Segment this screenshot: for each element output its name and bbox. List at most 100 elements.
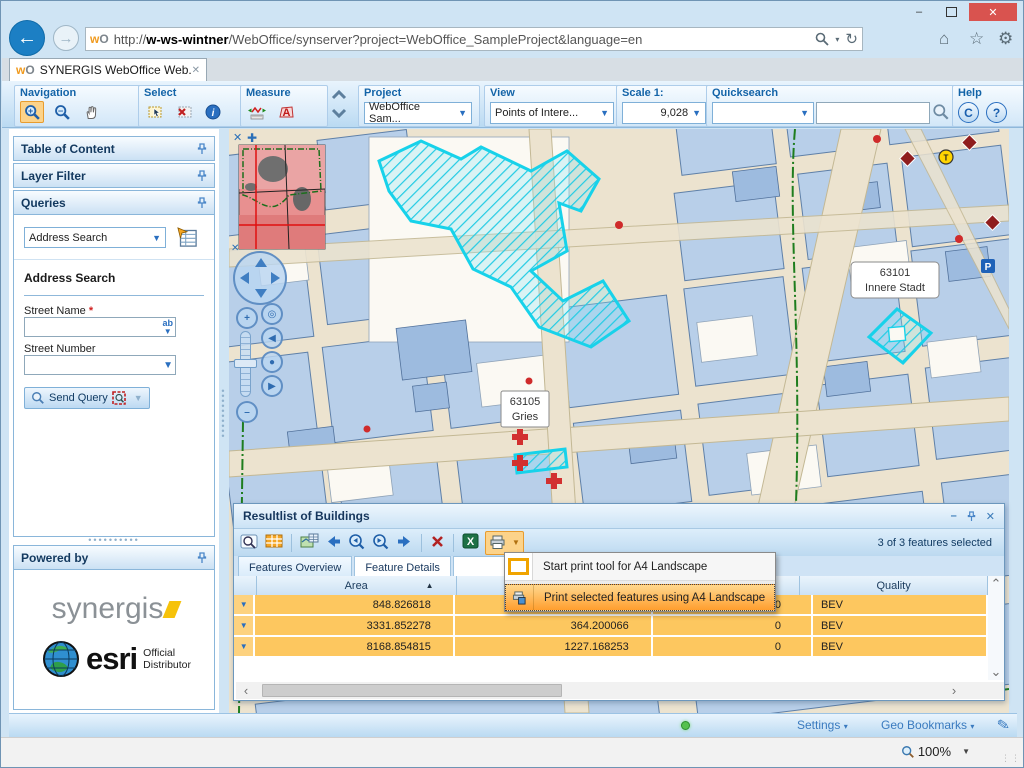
select-features-button[interactable] bbox=[144, 102, 166, 122]
tab-features-overview[interactable]: Features Overview bbox=[238, 556, 352, 578]
panel-resize-handle[interactable]: •••••••••• bbox=[59, 535, 169, 545]
help-button[interactable]: ? bbox=[986, 102, 1007, 123]
row-menu-icon[interactable]: ▼ bbox=[234, 637, 255, 656]
geo-bookmarks-menu[interactable]: Geo Bookmarks ▾ bbox=[881, 718, 974, 732]
autocomplete-ab-icon[interactable]: ab▼ bbox=[162, 319, 173, 336]
row-menu-icon[interactable]: ▼ bbox=[234, 595, 255, 614]
scroll-right-arrow[interactable]: › bbox=[946, 682, 962, 699]
resultlist-titlebar[interactable]: Resultlist of Buildings – ✕ bbox=[234, 504, 1004, 529]
pan-south-arrow[interactable] bbox=[255, 289, 267, 298]
resultlist-minimize-icon[interactable]: – bbox=[951, 510, 957, 522]
overview-close-icon[interactable]: ✕ bbox=[233, 132, 242, 144]
splitter[interactable]: •••••••••• bbox=[219, 129, 229, 713]
zoom-out-button[interactable]: – bbox=[236, 401, 258, 423]
table-row[interactable]: ▼ 3331.852278 364.200066 0 BEV bbox=[234, 616, 988, 635]
pin-icon[interactable] bbox=[197, 170, 207, 182]
horizontal-scroll-thumb[interactable] bbox=[262, 684, 562, 697]
refresh-icon[interactable]: ↻ bbox=[845, 30, 858, 48]
navigator-close-icon[interactable]: ✕ bbox=[231, 243, 239, 254]
street-number-input[interactable]: ▼ bbox=[24, 355, 176, 375]
center-button[interactable]: ● bbox=[261, 351, 283, 373]
zoom-previous-feature-button[interactable] bbox=[348, 533, 366, 553]
pin-icon[interactable] bbox=[967, 511, 976, 522]
pan-west-arrow[interactable] bbox=[240, 272, 249, 284]
minimize-button[interactable]: – bbox=[905, 3, 933, 21]
address-bar[interactable]: wO http://w-ws-wintner/WebOffice/synserv… bbox=[85, 27, 863, 51]
scale-dropdown[interactable]: 9,028 ▼ bbox=[622, 102, 706, 124]
scroll-up-arrow[interactable]: ⌃ bbox=[988, 576, 1004, 592]
close-button[interactable]: ✕ bbox=[969, 3, 1017, 21]
toolbar-scroll-down[interactable] bbox=[328, 106, 350, 123]
next-extent-button[interactable]: ▶ bbox=[261, 375, 283, 397]
redline-pen-icon[interactable]: ✎ bbox=[996, 715, 1012, 735]
row-menu-icon[interactable]: ▼ bbox=[234, 616, 255, 635]
quicksearch-category-dropdown[interactable]: ▼ bbox=[712, 102, 814, 124]
send-query-button[interactable]: Send Query ▼ bbox=[24, 387, 150, 409]
settings-menu[interactable]: Settings ▾ bbox=[797, 718, 848, 732]
home-icon[interactable]: ⌂ bbox=[939, 29, 949, 49]
chevron-down-icon[interactable]: ▼ bbox=[163, 360, 173, 371]
chevron-down-icon[interactable]: ▼ bbox=[134, 393, 143, 403]
pan-compass[interactable] bbox=[233, 251, 287, 305]
zoom-slider-handle[interactable] bbox=[234, 359, 257, 368]
scroll-left-arrow[interactable]: ‹ bbox=[238, 682, 254, 699]
panel-queries[interactable]: Queries bbox=[13, 190, 215, 215]
street-name-input[interactable]: ab▼ bbox=[24, 317, 176, 337]
scroll-down-arrow[interactable]: ⌄ bbox=[988, 664, 1004, 680]
query-builder-button[interactable] bbox=[174, 224, 200, 253]
context-help-button[interactable]: C bbox=[958, 102, 979, 123]
horizontal-scrollbar[interactable]: ‹ › bbox=[236, 682, 1004, 699]
pin-icon[interactable] bbox=[197, 197, 207, 209]
previous-feature-button[interactable] bbox=[325, 534, 342, 552]
pan-east-arrow[interactable] bbox=[271, 272, 280, 284]
previous-extent-button[interactable]: ◀ bbox=[261, 327, 283, 349]
menu-item-start-print-tool[interactable]: Start print tool for A4 Landscape bbox=[505, 553, 775, 580]
browser-tab[interactable]: wO SYNERGIS WebOffice Web... ✕ bbox=[9, 58, 207, 81]
settings-gear-icon[interactable]: ⚙ bbox=[998, 29, 1013, 49]
print-button[interactable]: ▼ bbox=[485, 531, 524, 555]
quicksearch-go-button[interactable] bbox=[932, 103, 950, 124]
panel-table-of-content[interactable]: Table of Content bbox=[13, 136, 215, 161]
browser-zoom-control[interactable]: 100% ▼ bbox=[901, 744, 970, 759]
pin-icon[interactable] bbox=[197, 552, 207, 564]
tab-feature-details[interactable]: Feature Details bbox=[354, 556, 451, 578]
pan-north-arrow[interactable] bbox=[255, 258, 267, 267]
vertical-scrollbar[interactable]: ⌃ ⌄ bbox=[988, 576, 1004, 680]
column-header-quality[interactable]: Quality bbox=[800, 576, 988, 595]
overview-move-icon[interactable]: ✚ bbox=[247, 131, 257, 145]
measure-distance-button[interactable] bbox=[246, 102, 268, 122]
panel-powered-by[interactable]: Powered by bbox=[13, 545, 215, 570]
pan-tool-button[interactable] bbox=[80, 102, 102, 122]
show-on-map-button[interactable] bbox=[300, 533, 319, 553]
tab-close-icon[interactable]: ✕ bbox=[192, 65, 200, 76]
project-dropdown[interactable]: WebOffice Sam... ▼ bbox=[364, 102, 472, 124]
full-extent-button[interactable]: ◎ bbox=[261, 303, 283, 325]
chevron-down-icon[interactable]: ▼ bbox=[962, 747, 970, 756]
table-row[interactable]: ▼ 8168.854815 1227.168253 0 BEV bbox=[234, 637, 988, 656]
panel-layer-filter[interactable]: Layer Filter bbox=[13, 163, 215, 188]
zoom-out-tool-button[interactable]: – bbox=[51, 102, 73, 122]
search-mode-caret[interactable]: ▾ bbox=[835, 35, 839, 44]
zoom-in-button[interactable]: + bbox=[236, 307, 258, 329]
column-header-area[interactable]: Area ▲ bbox=[257, 576, 457, 595]
zoom-in-tool-button[interactable]: + bbox=[20, 101, 44, 123]
export-excel-button[interactable]: X bbox=[462, 533, 479, 552]
zoom-to-selected-button[interactable] bbox=[240, 533, 259, 553]
next-feature-button[interactable] bbox=[396, 534, 413, 552]
map-navigation-widget[interactable]: ✕ + – ◎ ◀ ● ▶ bbox=[231, 247, 287, 429]
measure-area-button[interactable]: A bbox=[275, 102, 297, 122]
forward-button[interactable]: → bbox=[53, 25, 79, 51]
overview-map[interactable]: ✕ ✚ bbox=[233, 131, 325, 249]
remove-results-button[interactable] bbox=[430, 534, 445, 552]
resultlist-close-icon[interactable]: ✕ bbox=[986, 510, 995, 523]
identify-info-button[interactable]: i bbox=[202, 102, 224, 122]
search-icon[interactable] bbox=[815, 32, 829, 46]
toolbar-scroll-up[interactable] bbox=[328, 88, 350, 105]
view-dropdown[interactable]: Points of Intere... ▼ bbox=[490, 102, 614, 124]
chevron-down-icon[interactable]: ▼ bbox=[512, 538, 520, 547]
resize-grip[interactable]: ⋮⋮ bbox=[1001, 753, 1021, 764]
clear-selection-button[interactable] bbox=[173, 102, 195, 122]
back-button[interactable]: ← bbox=[9, 20, 45, 56]
quicksearch-input[interactable] bbox=[816, 102, 930, 124]
show-table-button[interactable] bbox=[265, 533, 283, 552]
